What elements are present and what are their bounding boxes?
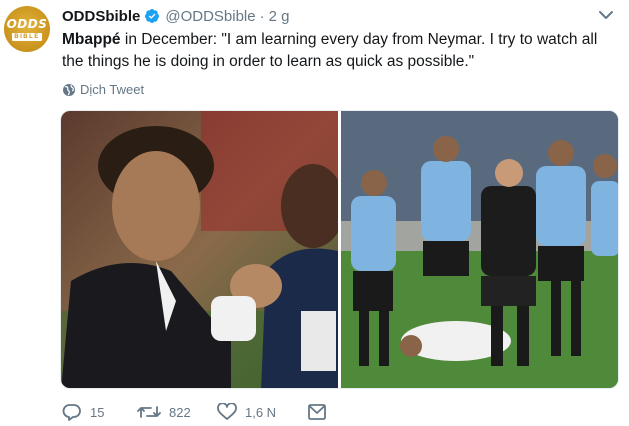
heart-icon: [217, 403, 237, 420]
media-container[interactable]: [60, 110, 619, 389]
like-button[interactable]: 1,6 N: [217, 403, 307, 421]
translate-label: Dịch Tweet: [80, 82, 145, 97]
retweet-icon: [137, 406, 161, 418]
retweet-count: 822: [169, 404, 191, 420]
mention-text: Mbappé: [62, 31, 121, 48]
tweet-header: ODDSbible @ODDSbible · 2 g: [62, 6, 289, 26]
like-count: 1,6 N: [245, 404, 277, 420]
avatar-logo-text: ODDS: [6, 17, 48, 31]
uruguay-players-photo[interactable]: [341, 111, 618, 388]
tweet-body: in December: "I am learning every day fr…: [62, 31, 598, 70]
reply-button[interactable]: 15: [62, 403, 137, 421]
avatar[interactable]: ODDS BIBLE: [4, 6, 50, 52]
retweet-button[interactable]: 822: [137, 403, 217, 421]
chevron-down-icon[interactable]: [598, 8, 614, 22]
tweet-card[interactable]: ODDS BIBLE ODDSbible @ODDSbible · 2 g Mb…: [0, 0, 629, 426]
envelope-icon: [308, 404, 326, 420]
tweet-text: Mbappé in December: "I am learning every…: [62, 29, 622, 73]
display-name[interactable]: ODDSbible: [62, 8, 140, 25]
separator-dot: ·: [259, 7, 265, 25]
globe-icon: [63, 83, 75, 96]
neymar-mbappe-photo[interactable]: [61, 111, 338, 388]
verified-badge-icon: [144, 8, 160, 24]
account-handle[interactable]: @ODDSbible: [165, 8, 255, 25]
translate-tweet-link[interactable]: Dịch Tweet: [62, 82, 144, 97]
tweet-actions: 15 822 1,6 N: [62, 400, 335, 424]
reply-icon: [62, 404, 81, 421]
avatar-logo-subtext: BIBLE: [12, 33, 42, 41]
tweet-time[interactable]: 2 g: [269, 8, 290, 25]
direct-message-button[interactable]: [307, 403, 335, 421]
reply-count: 15: [90, 404, 105, 420]
